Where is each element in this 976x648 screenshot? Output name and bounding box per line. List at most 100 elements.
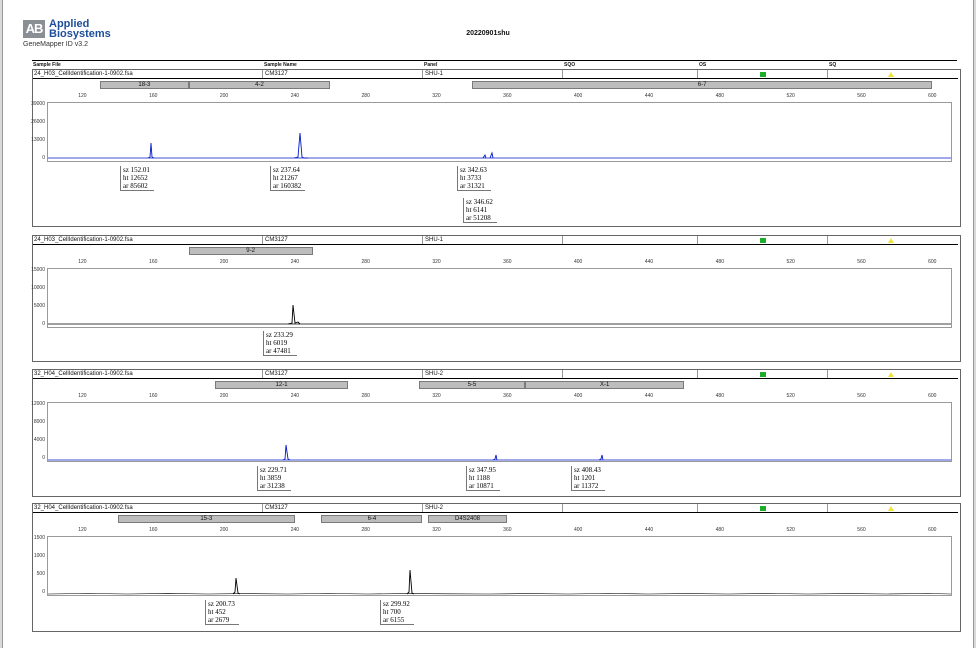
y-tick-label: 0: [42, 455, 45, 461]
sample-file-name: 32_H04_CellIdentification-1-0902.fsa: [34, 371, 133, 377]
allele-bin: 9-2: [188, 247, 313, 255]
product-version: GeneMapper ID v3.2: [23, 41, 88, 48]
peak-label: sz 342.63 ht 3733 ar 31321: [457, 166, 491, 191]
y-tick-label: 1500: [33, 535, 45, 541]
x-tick-label: 320: [432, 527, 441, 533]
y-tick-label: 4000: [33, 437, 45, 443]
x-tick-label: 440: [644, 393, 654, 399]
peak-size: sz 299.92: [383, 600, 410, 608]
x-tick-label: 400: [574, 259, 583, 265]
y-tick-label: 500: [36, 571, 45, 577]
col-sample-name: Sample Name: [264, 62, 297, 68]
x-tick-label: 560: [857, 393, 866, 399]
sq-warning-flag: [888, 72, 894, 77]
sample-file-name: 32_H04_CellIdentification-1-0902.fsa: [34, 505, 133, 511]
allele-bin: X-1: [525, 381, 685, 389]
trace-plot: [47, 268, 952, 328]
sample-name: CM3127: [265, 505, 288, 511]
panel-name: SHU-2: [425, 371, 444, 377]
x-tick-label: 520: [786, 259, 795, 265]
y-tick-label: 39000: [31, 101, 45, 107]
x-tick-label: 240: [290, 259, 300, 265]
trace-peak: [293, 132, 308, 159]
x-tick-label: 160: [149, 259, 158, 265]
y-tick-label: 5000: [33, 303, 45, 309]
y-tick-label: 10000: [31, 285, 45, 291]
peak-label: sz 233.29 ht 6019 ar 47481: [263, 331, 297, 356]
x-tick-label: 160: [149, 93, 158, 99]
trace-peak: [492, 454, 498, 461]
panel-title-row: 32_H04_CellIdentification-1-0902.fsa CM3…: [33, 370, 958, 379]
peak-height: ht 6019: [266, 339, 288, 347]
x-tick-label: 160: [149, 393, 158, 399]
peak-height: ht 3733: [460, 174, 482, 182]
x-tick-label: 120: [78, 93, 87, 99]
x-tick-label: 440: [644, 259, 654, 265]
allele-bin: 5-5: [418, 381, 526, 389]
col-sqo: SQO: [564, 62, 576, 68]
peak-height: ht 6141: [466, 206, 488, 214]
x-tick-label: 520: [786, 393, 795, 399]
x-tick-label: 400: [574, 93, 583, 99]
x-tick-label: 200: [219, 393, 229, 399]
sample-name: CM3127: [265, 237, 288, 243]
panel-title-row: 24_H03_CellIdentification-1-0902.fsa CM3…: [33, 236, 958, 245]
x-tick-label: 440: [644, 527, 654, 533]
allele-bin: 6-7: [471, 81, 933, 89]
peak-size: sz 152.01: [123, 166, 150, 174]
trace-peak: [598, 454, 604, 461]
x-tick-label: 320: [432, 259, 441, 265]
trace-plot: [47, 536, 952, 596]
sq-warning-flag: [888, 506, 894, 511]
x-tick-label: 280: [361, 527, 370, 533]
x-tick-label: 560: [857, 527, 866, 533]
panel-name: SHU-1: [425, 71, 444, 77]
peak-label: sz 408.43 ht 1201 ar 11372: [571, 466, 605, 491]
peak-height: ht 1201: [574, 474, 596, 482]
panel-title-row: 24_H03_CellIdentification-1-0902.fsa CM3…: [33, 70, 958, 79]
x-tick-label: 280: [361, 259, 370, 265]
electropherogram-panel-4: 32_H04_CellIdentification-1-0902.fsa CM3…: [32, 503, 961, 632]
trace-peak: [232, 577, 241, 595]
x-tick-label: 200: [219, 93, 229, 99]
x-tick-label: 400: [574, 527, 583, 533]
x-tick-label: 200: [219, 259, 229, 265]
x-tick-label: 120: [78, 527, 87, 533]
y-tick-label: 0: [42, 155, 45, 161]
trace-baseline: [48, 593, 951, 595]
sq-warning-flag: [888, 238, 894, 243]
col-sq: SQ: [829, 62, 837, 68]
allele-bin: 12-1: [215, 381, 348, 389]
sample-file-name: 24_H03_CellIdentification-1-0902.fsa: [34, 237, 133, 243]
peak-height: ht 700: [383, 608, 401, 616]
report-page: AB Applied Biosystems GeneMapper ID v3.2…: [2, 0, 974, 648]
peak-height: ht 1188: [469, 474, 490, 482]
peak-size: sz 346.62: [466, 198, 493, 206]
os-status-flag: [760, 372, 766, 377]
x-tick-label: 360: [503, 259, 512, 265]
x-tick-label: 320: [432, 93, 441, 99]
x-tick-label: 480: [715, 393, 724, 399]
x-tick-label: 240: [290, 93, 300, 99]
trace-peak: [406, 569, 415, 595]
trace-svg: [48, 444, 951, 461]
peak-area: ar 31238: [260, 482, 285, 490]
trace-peak: [482, 151, 494, 159]
peak-area: ar 10871: [469, 482, 494, 490]
x-tick-label: 200: [219, 527, 229, 533]
peak-size: sz 229.71: [260, 466, 287, 474]
x-tick-label: 520: [786, 93, 795, 99]
panel-title-row: 32_H04_CellIdentification-1-0902.fsa CM3…: [33, 504, 958, 513]
peak-height: ht 12652: [123, 174, 148, 182]
panel-name: SHU-2: [425, 505, 444, 511]
allele-bin: 6-4: [321, 515, 423, 523]
col-panel: Panel: [424, 62, 438, 68]
os-status-flag: [760, 238, 766, 243]
x-tick-label: 600: [928, 93, 937, 99]
sample-file-name: 24_H03_CellIdentification-1-0902.fsa: [34, 71, 133, 77]
x-tick-label: 480: [715, 93, 724, 99]
peak-area: ar 160382: [273, 182, 302, 190]
peak-size: sz 233.29: [266, 331, 293, 339]
y-tick-label: 0: [42, 321, 45, 327]
peak-size: sz 347.95: [469, 466, 496, 474]
